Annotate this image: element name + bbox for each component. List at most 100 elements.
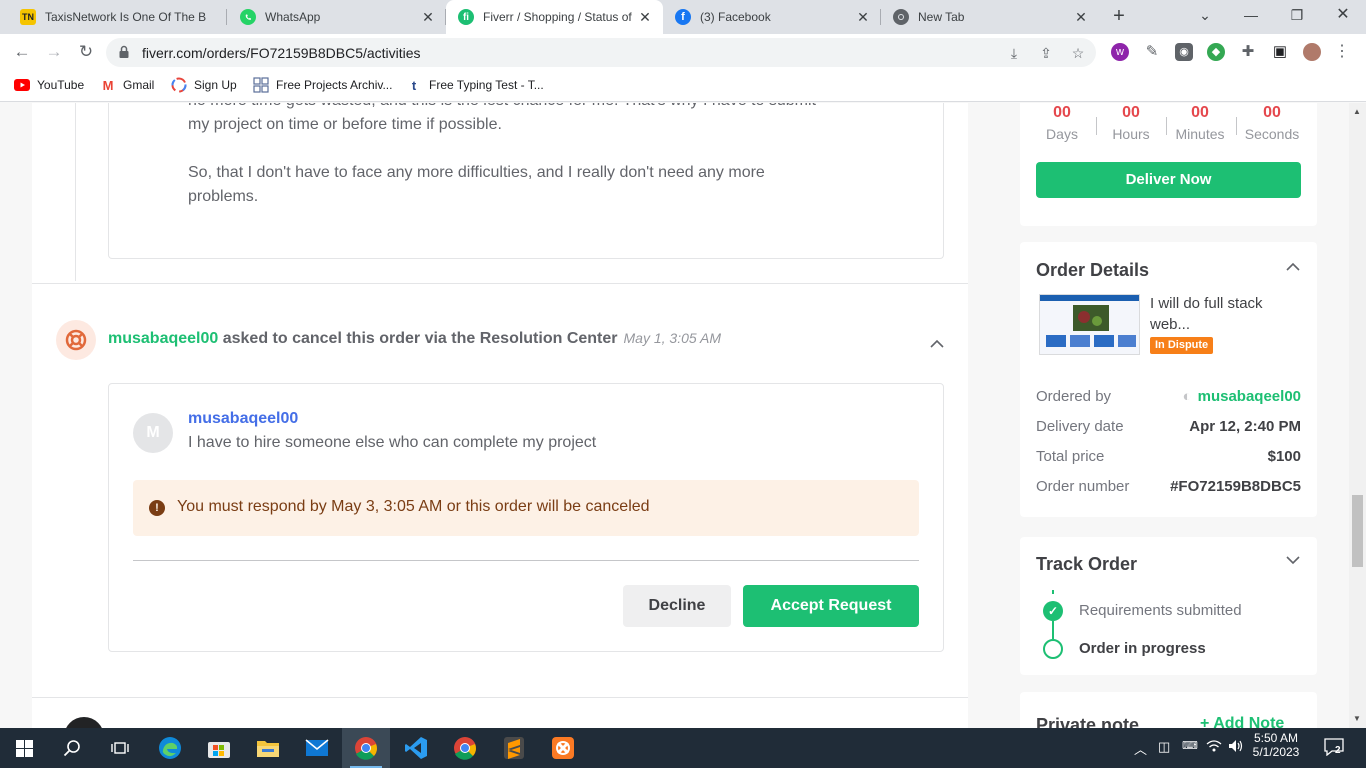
sublime-text-icon[interactable] <box>490 728 538 768</box>
gig-thumbnail[interactable] <box>1039 294 1140 355</box>
bookmark-gmail[interactable]: M Gmail <box>100 77 155 93</box>
ordered-by-row: Ordered by ◐ musabaqeel00 <box>1036 388 1301 410</box>
tab-new-tab[interactable]: New Tab ✕ <box>881 0 1099 34</box>
windows-start-icon[interactable] <box>0 728 48 768</box>
browser-tab-strip: TN TaxisNetwork Is One Of The B WhatsApp… <box>0 0 1366 34</box>
projects-icon <box>253 77 269 93</box>
extensions-puzzle-icon[interactable]: ✚ <box>1239 43 1257 61</box>
decline-button[interactable]: Decline <box>623 585 731 627</box>
close-tab-icon[interactable]: ✕ <box>1071 9 1091 26</box>
bookmark-typing-test[interactable]: t Free Typing Test - T... <box>406 77 544 93</box>
microsoft-store-icon[interactable] <box>195 728 243 768</box>
xampp-icon[interactable] <box>539 728 587 768</box>
bookmark-free-projects[interactable]: Free Projects Archiv... <box>253 77 392 93</box>
tab-title: New Tab <box>918 10 965 24</box>
close-tab-icon[interactable]: ✕ <box>635 9 655 26</box>
gig-title[interactable]: I will do full stack web... <box>1150 293 1300 335</box>
input-method-icon[interactable]: ⌨ <box>1182 739 1198 752</box>
event-timestamp: May 1, 3:05 AM <box>623 330 722 346</box>
robot-extension-icon[interactable]: ◉ <box>1175 43 1193 61</box>
chevron-up-icon[interactable] <box>1284 259 1302 277</box>
vscode-icon[interactable] <box>392 728 440 768</box>
track-order-title: Track Order <box>1036 554 1138 574</box>
buyer-username: musabaqeel00 <box>1197 388 1301 405</box>
notification-count: 2 <box>1335 745 1341 756</box>
tab-search-icon[interactable]: ⌄ <box>1182 0 1228 30</box>
fiverr-order-page: no more time gets wasted, and this is th… <box>0 103 1366 728</box>
minimize-button[interactable]: — <box>1228 0 1274 30</box>
delivery-countdown-card: 00 Days 00 Hours 00 Minutes 00 Seconds D… <box>1020 103 1317 226</box>
countdown-seconds-value: 00 <box>1263 104 1281 121</box>
chevron-down-icon[interactable] <box>1284 553 1302 571</box>
whatsapp-icon <box>240 9 256 25</box>
browser-menu-icon[interactable]: ⋮ <box>1333 43 1351 61</box>
deliver-now-button[interactable]: Deliver Now <box>1036 162 1301 198</box>
volume-icon[interactable] <box>1228 739 1244 756</box>
extension-w-icon[interactable]: w <box>1111 43 1129 61</box>
fiverr-icon: fi <box>458 9 474 25</box>
file-explorer-icon[interactable] <box>244 728 292 768</box>
edge-icon[interactable] <box>146 728 194 768</box>
notification-center-icon[interactable]: 2 <box>1324 738 1344 758</box>
share-icon[interactable]: ⇪ <box>1038 45 1054 61</box>
moon-icon: ◐ <box>1182 388 1192 405</box>
tab-whatsapp[interactable]: WhatsApp ✕ <box>228 0 446 34</box>
event-text: asked to cancel this order via the Resol… <box>218 330 618 347</box>
close-window-button[interactable]: ✕ <box>1320 0 1366 30</box>
tab-taxisnetwork[interactable]: TN TaxisNetwork Is One Of The B <box>8 0 227 34</box>
new-tab-button[interactable]: + <box>1108 5 1130 27</box>
wifi-icon[interactable] <box>1206 739 1222 756</box>
track-step-label: Requirements submitted <box>1079 602 1242 619</box>
colorful-extension-icon[interactable]: ◆ <box>1207 43 1225 61</box>
task-view-icon[interactable] <box>96 728 144 768</box>
track-step-label: Order in progress <box>1079 640 1206 657</box>
response-deadline-alert: ! You must respond by May 3, 3:05 AM or … <box>133 480 919 536</box>
card-divider <box>133 560 919 561</box>
scrollbar-thumb[interactable] <box>1352 495 1363 567</box>
bookmarks-bar: YouTube M Gmail Sign Up Free Projects Ar… <box>0 70 1366 102</box>
section-divider <box>32 283 968 284</box>
chevron-up-icon[interactable] <box>928 335 946 353</box>
bookmark-star-icon[interactable]: ☆ <box>1070 45 1086 61</box>
row-value: Apr 12, 2:40 PM <box>1189 418 1301 435</box>
page-scrollbar[interactable]: ▲ ▼ <box>1349 103 1366 728</box>
accept-request-button[interactable]: Accept Request <box>743 585 919 627</box>
close-tab-icon[interactable]: ✕ <box>418 9 438 26</box>
system-clock[interactable]: 5:50 AM 5/1/2023 <box>1244 731 1308 759</box>
bookmark-youtube[interactable]: YouTube <box>14 77 84 93</box>
meet-now-icon[interactable]: ◫ <box>1158 739 1170 755</box>
scroll-down-arrow-icon[interactable]: ▼ <box>1353 714 1361 723</box>
show-hidden-icons-icon[interactable]: ︿ <box>1134 739 1147 758</box>
browser-toolbar: ← → ↻ fiverr.com/orders/FO72159B8DBC5/ac… <box>0 34 1366 70</box>
tab-title: Fiverr / Shopping / Status of <box>483 10 632 24</box>
track-connector <box>1052 621 1054 639</box>
address-bar[interactable]: fiverr.com/orders/FO72159B8DBC5/activiti… <box>106 38 1096 67</box>
message-line: no more time gets wasted, and this is th… <box>188 103 888 113</box>
forward-button[interactable]: → <box>42 40 66 64</box>
reload-button[interactable]: ↻ <box>74 40 98 64</box>
back-button[interactable]: ← <box>10 40 34 64</box>
requester-username[interactable]: musabaqeel00 <box>188 410 298 428</box>
profile-avatar[interactable] <box>1303 43 1321 61</box>
side-panel-icon[interactable]: ▣ <box>1271 43 1289 61</box>
search-icon[interactable] <box>48 728 96 768</box>
tab-title: (3) Facebook <box>700 10 771 24</box>
mail-icon[interactable] <box>293 728 341 768</box>
delivery-date-row: Delivery date Apr 12, 2:40 PM <box>1036 418 1301 440</box>
close-tab-icon[interactable]: ✕ <box>853 9 873 26</box>
scroll-up-arrow-icon[interactable]: ▲ <box>1353 107 1361 116</box>
eyedropper-icon[interactable]: ✎ <box>1143 43 1161 61</box>
event-username-link[interactable]: musabaqeel00 <box>108 330 218 347</box>
tab-facebook[interactable]: f (3) Facebook ✕ <box>663 0 881 34</box>
alert-text: You must respond by May 3, 3:05 AM or th… <box>177 498 650 515</box>
restore-button[interactable]: ❐ <box>1274 0 1320 30</box>
chrome-icon[interactable] <box>441 728 489 768</box>
countdown-minutes-label: Minutes <box>1175 126 1225 142</box>
private-note-card: Private note + Add Note <box>1020 692 1317 728</box>
tab-fiverr[interactable]: fi Fiverr / Shopping / Status of ✕ <box>446 0 663 34</box>
chrome-profile-taskbar-icon[interactable] <box>342 728 390 768</box>
install-app-icon[interactable]: ⤓ <box>1006 45 1022 61</box>
buyer-username-link[interactable]: ◐ musabaqeel00 <box>1183 388 1301 405</box>
bookmark-signup[interactable]: Sign Up <box>171 77 237 93</box>
add-note-button[interactable]: + Add Note <box>1200 715 1284 728</box>
